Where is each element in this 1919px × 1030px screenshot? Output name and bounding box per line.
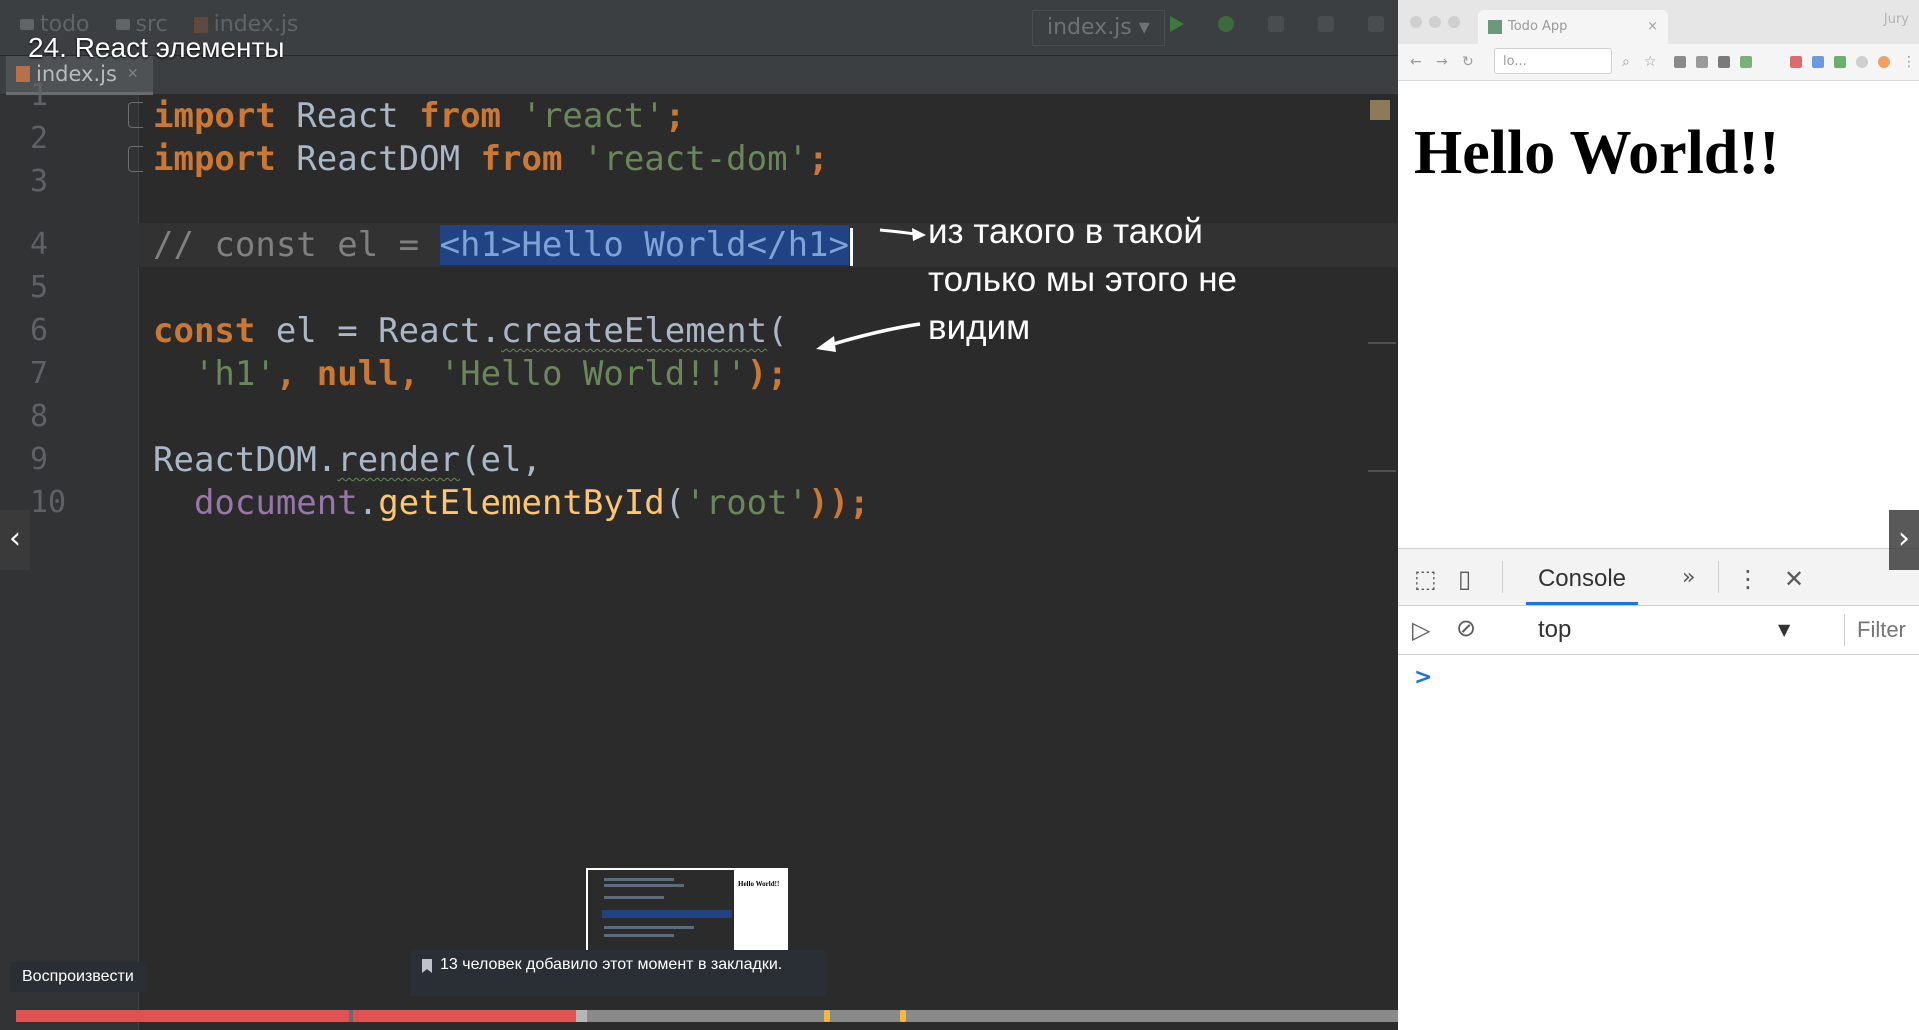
preview-code-line bbox=[604, 878, 674, 881]
preview-heading: Hello World!! bbox=[738, 880, 780, 888]
preview-code-line bbox=[604, 926, 694, 929]
bookmark-tooltip-text: 13 человек добавило этот момент в заклад… bbox=[440, 956, 783, 973]
play-tooltip: Воспроизвести bbox=[10, 962, 146, 992]
arrow-to-createelement bbox=[816, 322, 921, 352]
chevron-right-icon: › bbox=[1898, 521, 1910, 556]
chevron-left-icon: ‹ bbox=[9, 521, 21, 556]
annotation-arrows bbox=[816, 228, 926, 352]
previous-slide-button[interactable]: ‹ bbox=[0, 510, 30, 570]
video-progress-bar[interactable] bbox=[16, 1010, 1398, 1022]
bookmark-icon bbox=[422, 959, 432, 973]
seek-preview-thumbnail: Hello World!! bbox=[586, 868, 788, 954]
chapter-divider bbox=[349, 1010, 354, 1022]
preview-code-line bbox=[604, 896, 664, 899]
bookmark-marker[interactable] bbox=[824, 1010, 831, 1022]
arrow-to-jsx bbox=[879, 228, 926, 241]
video-title: 24. React элементы bbox=[28, 32, 285, 63]
bookmark-tooltip: 13 человек добавило этот момент в заклад… bbox=[410, 950, 826, 996]
progress-buffered bbox=[575, 1010, 587, 1022]
preview-code-line bbox=[604, 884, 684, 887]
preview-selection bbox=[602, 910, 732, 918]
preview-editor bbox=[588, 870, 734, 952]
progress-played bbox=[16, 1010, 576, 1022]
bookmark-marker[interactable] bbox=[900, 1010, 907, 1022]
next-slide-button[interactable]: › bbox=[1889, 510, 1919, 570]
preview-code-line bbox=[604, 934, 674, 937]
